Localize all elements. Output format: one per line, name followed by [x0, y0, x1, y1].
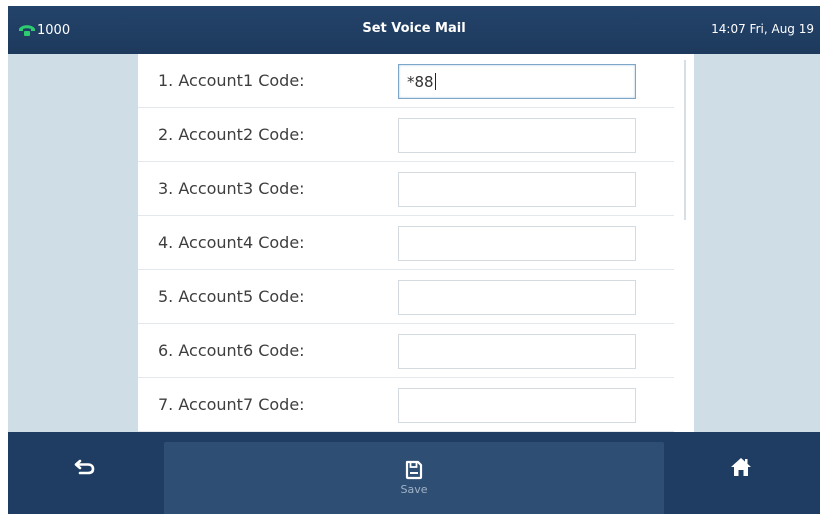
form-row-account7: 7. Account7 Code: [138, 378, 674, 432]
account1-code-value: *88 [407, 72, 434, 91]
back-arrow-icon [74, 459, 95, 475]
account2-code-label: 2. Account2 Code: [158, 125, 305, 144]
account3-code-label: 3. Account3 Code: [158, 179, 305, 198]
home-icon [731, 458, 751, 476]
save-icon [405, 460, 423, 480]
page-title: Set Voice Mail [362, 21, 466, 36]
status-bar: 1000 Set Voice Mail 14:07 Fri, Aug 19 [8, 6, 820, 54]
back-button[interactable] [60, 456, 110, 496]
account3-code-input[interactable] [398, 172, 636, 207]
phone-screen: 1000 Set Voice Mail 14:07 Fri, Aug 19 1.… [8, 6, 820, 514]
form-row-account1: 1. Account1 Code: *88 [138, 54, 674, 108]
text-caret [434, 73, 436, 90]
scrollbar[interactable] [684, 60, 686, 220]
account1-code-label: 1. Account1 Code: [158, 71, 305, 90]
account4-code-input[interactable] [398, 226, 636, 261]
form-row-account6: 6. Account6 Code: [138, 324, 674, 378]
account6-code-input[interactable] [398, 334, 636, 369]
form-row-account5: 5. Account5 Code: [138, 270, 674, 324]
account7-code-input[interactable] [398, 388, 636, 423]
form-row-account3: 3. Account3 Code: [138, 162, 674, 216]
account2-code-input[interactable] [398, 118, 636, 153]
softkey-bar: Save [8, 432, 820, 514]
account5-code-input[interactable] [398, 280, 636, 315]
form-row-account4: 4. Account4 Code: [138, 216, 674, 270]
save-label: Save [400, 483, 428, 496]
account6-code-label: 6. Account6 Code: [158, 341, 305, 360]
account7-code-label: 7. Account7 Code: [158, 395, 305, 414]
account1-code-input[interactable]: *88 [398, 64, 636, 99]
content-area: 1. Account1 Code: *88 2. Account2 Code: … [8, 54, 820, 432]
form-row-account2: 2. Account2 Code: [138, 108, 674, 162]
home-button[interactable] [716, 456, 766, 496]
account4-code-label: 4. Account4 Code: [158, 233, 305, 252]
save-button[interactable]: Save [388, 460, 440, 512]
account5-code-label: 5. Account5 Code: [158, 287, 305, 306]
voice-mail-form: 1. Account1 Code: *88 2. Account2 Code: … [138, 54, 694, 432]
datetime: 14:07 Fri, Aug 19 [711, 22, 814, 36]
